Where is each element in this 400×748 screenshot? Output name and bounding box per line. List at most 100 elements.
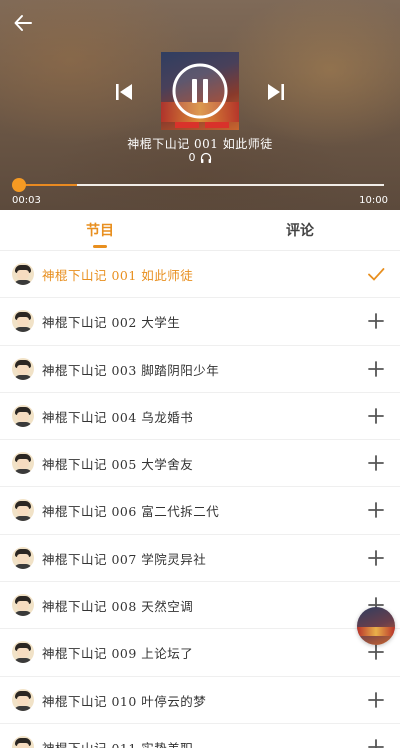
plus-icon bbox=[368, 549, 384, 566]
next-track-button[interactable] bbox=[263, 79, 289, 105]
add-to-playlist-button[interactable] bbox=[366, 737, 386, 748]
total-time: 10:00 bbox=[359, 195, 388, 206]
episode-title: 神棍下山记 003 脚踏阴阳少年 bbox=[42, 362, 220, 378]
episode-item[interactable]: 神棍下山记 002 大学生 bbox=[0, 298, 400, 346]
episode-title: 神棍下山记 011 实势美职 bbox=[42, 738, 193, 748]
plus-icon bbox=[368, 502, 384, 519]
episode-item[interactable]: 神棍下山记 001 如此师徒 bbox=[0, 251, 400, 299]
floating-player-button[interactable] bbox=[357, 607, 395, 645]
cover-art-label bbox=[175, 122, 199, 128]
avatar-shirt bbox=[14, 421, 32, 427]
narrator-avatar bbox=[12, 735, 34, 748]
plus-icon bbox=[368, 644, 384, 661]
now-playing-indicator bbox=[366, 264, 386, 284]
episode-title: 神棍下山记 010 叶停云的梦 bbox=[42, 693, 207, 709]
progress-handle[interactable] bbox=[11, 178, 26, 192]
add-to-playlist-button[interactable] bbox=[366, 311, 386, 331]
avatar-shirt bbox=[14, 658, 32, 664]
episode-item[interactable]: 神棍下山记 009 上论坛了 bbox=[0, 629, 400, 677]
plus-icon bbox=[368, 455, 384, 472]
avatar-shirt bbox=[14, 563, 32, 569]
episode-item[interactable]: 神棍下山记 007 学院灵异社 bbox=[0, 535, 400, 583]
app-screen: 神棍下山记 001 如此师徒 0 00:03 10:00 节目 评论 神棍下山记… bbox=[0, 0, 400, 748]
episode-title: 神棍下山记 005 大学舍友 bbox=[42, 457, 194, 473]
avatar-face bbox=[17, 742, 29, 748]
headphones-icon bbox=[200, 152, 211, 163]
episode-title: 神棍下山记 009 上论坛了 bbox=[42, 646, 194, 662]
back-button[interactable] bbox=[8, 8, 38, 38]
episode-list: 神棍下山记 001 如此师徒 神棍下山记 002 大学生神棍下山记 003 脚踏阴… bbox=[0, 251, 400, 748]
episode-title: 神棍下山记 007 学院灵异社 bbox=[42, 551, 207, 567]
progress-fill bbox=[17, 184, 77, 186]
plus-icon bbox=[368, 313, 384, 330]
narrator-avatar bbox=[12, 594, 34, 617]
skip-next-icon bbox=[268, 84, 284, 100]
narrator-avatar bbox=[12, 641, 34, 664]
avatar-face bbox=[17, 648, 29, 659]
plus-icon bbox=[368, 691, 384, 708]
narrator-avatar bbox=[12, 404, 34, 427]
pause-button[interactable] bbox=[171, 62, 229, 120]
track-title: 神棍下山记 001 如此师徒 bbox=[127, 137, 273, 151]
add-to-playlist-button[interactable] bbox=[366, 642, 386, 662]
add-to-playlist-button[interactable] bbox=[366, 548, 386, 568]
avatar-face bbox=[17, 695, 29, 706]
narrator-avatar bbox=[12, 546, 34, 569]
narrator-avatar bbox=[12, 357, 34, 380]
skip-previous-icon bbox=[116, 84, 132, 100]
narrator-avatar bbox=[12, 688, 34, 711]
avatar-face bbox=[17, 364, 29, 375]
plus-icon bbox=[368, 407, 384, 424]
tab-programs[interactable]: 节目 bbox=[0, 210, 200, 250]
add-to-playlist-button[interactable] bbox=[366, 453, 386, 473]
episode-title: 神棍下山记 002 大学生 bbox=[42, 315, 181, 331]
avatar-face bbox=[17, 506, 29, 517]
mini-cover-art bbox=[357, 627, 395, 636]
player-header: 神棍下山记 001 如此师徒 0 00:03 10:00 bbox=[0, 0, 400, 210]
episode-item[interactable]: 神棍下山记 006 富二代拆二代 bbox=[0, 487, 400, 535]
avatar-face bbox=[17, 601, 29, 612]
episode-title: 神棍下山记 004 乌龙婚书 bbox=[42, 409, 194, 425]
tab-bar: 节目 评论 bbox=[0, 210, 400, 251]
tab-comments[interactable]: 评论 bbox=[200, 210, 400, 250]
active-tab-indicator bbox=[93, 245, 107, 248]
plus-icon bbox=[368, 739, 384, 748]
avatar-face bbox=[17, 459, 29, 470]
play-count-value: 0 bbox=[188, 151, 196, 164]
avatar-face bbox=[17, 553, 29, 564]
narrator-avatar bbox=[12, 452, 34, 475]
previous-track-button[interactable] bbox=[111, 79, 137, 105]
avatar-shirt bbox=[14, 705, 32, 711]
narrator-avatar bbox=[12, 263, 34, 285]
back-arrow-icon bbox=[14, 15, 32, 31]
add-to-playlist-button[interactable] bbox=[366, 406, 386, 426]
add-to-playlist-button[interactable] bbox=[366, 359, 386, 379]
avatar-face bbox=[17, 411, 29, 422]
episode-item[interactable]: 神棍下山记 003 脚踏阴阳少年 bbox=[0, 346, 400, 393]
episode-item[interactable]: 神棍下山记 005 大学舍友 bbox=[0, 440, 400, 488]
narrator-avatar bbox=[12, 499, 34, 522]
avatar-shirt bbox=[14, 469, 32, 475]
avatar-shirt bbox=[14, 611, 32, 617]
avatar-face bbox=[17, 270, 29, 280]
episode-item[interactable]: 神棍下山记 011 实势美职 bbox=[0, 724, 400, 748]
plus-icon bbox=[368, 360, 384, 377]
episode-title: 神棍下山记 006 富二代拆二代 bbox=[42, 504, 220, 520]
avatar-shirt bbox=[14, 280, 32, 285]
add-to-playlist-button[interactable] bbox=[366, 500, 386, 520]
avatar-shirt bbox=[14, 327, 32, 333]
progress-bar[interactable] bbox=[17, 184, 384, 186]
episode-title: 神棍下山记 008 天然空调 bbox=[42, 599, 194, 615]
episode-item[interactable]: 神棍下山记 008 天然空调 bbox=[0, 582, 400, 630]
elapsed-time: 00:03 bbox=[12, 195, 41, 206]
episode-item[interactable]: 神棍下山记 004 乌龙婚书 bbox=[0, 393, 400, 441]
play-count: 0 bbox=[0, 151, 400, 164]
avatar-shirt bbox=[14, 516, 32, 522]
episode-title: 神棍下山记 001 如此师徒 bbox=[42, 268, 194, 283]
pause-icon bbox=[172, 63, 228, 119]
add-to-playlist-button[interactable] bbox=[366, 690, 386, 710]
narrator-avatar bbox=[12, 310, 34, 333]
avatar-face bbox=[17, 317, 29, 328]
avatar-shirt bbox=[14, 374, 32, 380]
episode-item[interactable]: 神棍下山记 010 叶停云的梦 bbox=[0, 677, 400, 724]
